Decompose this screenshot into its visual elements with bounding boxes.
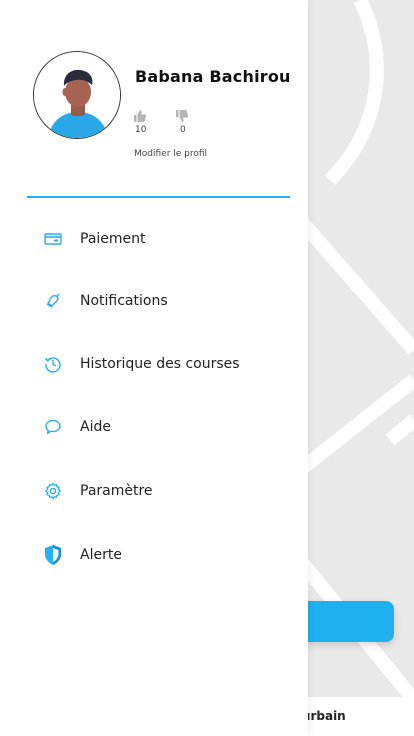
menu-item-aide[interactable]: Aide xyxy=(0,407,308,447)
menu-item-label: Paramètre xyxy=(80,483,153,499)
likes-count: 10 xyxy=(135,125,147,135)
divider xyxy=(27,196,290,198)
credit-card-icon xyxy=(43,229,63,249)
shield-icon xyxy=(43,545,63,565)
menu-item-label: Historique des courses xyxy=(80,356,240,372)
menu-item-notifications[interactable]: Notifications xyxy=(0,281,308,321)
menu-item-parametre[interactable]: Paramètre xyxy=(0,471,308,511)
dislikes-count: 0 xyxy=(180,125,186,135)
edit-profile-link[interactable]: Modifier le profil xyxy=(134,149,207,159)
thumbs-up-icon xyxy=(133,108,147,122)
thumbs-down-icon xyxy=(175,108,189,122)
avatar[interactable] xyxy=(33,51,121,139)
menu-item-label: Aide xyxy=(80,419,111,435)
gear-icon xyxy=(43,481,63,501)
history-icon xyxy=(43,354,63,374)
menu-item-label: Notifications xyxy=(80,293,168,309)
bell-icon xyxy=(43,291,63,311)
chat-bubble-icon xyxy=(43,417,63,437)
menu-item-label: Paiement xyxy=(80,231,146,247)
menu-item-paiement[interactable]: Paiement xyxy=(0,219,308,259)
user-avatar-icon xyxy=(34,52,120,138)
profile-name: Babana Bachirou xyxy=(135,67,291,86)
navigation-drawer: Babana Bachirou 10 0 Modifier le profil … xyxy=(0,0,308,736)
menu-item-historique[interactable]: Historique des courses xyxy=(0,344,308,384)
menu-item-label: Alerte xyxy=(80,547,122,563)
menu-item-alerte[interactable]: Alerte xyxy=(0,535,308,575)
